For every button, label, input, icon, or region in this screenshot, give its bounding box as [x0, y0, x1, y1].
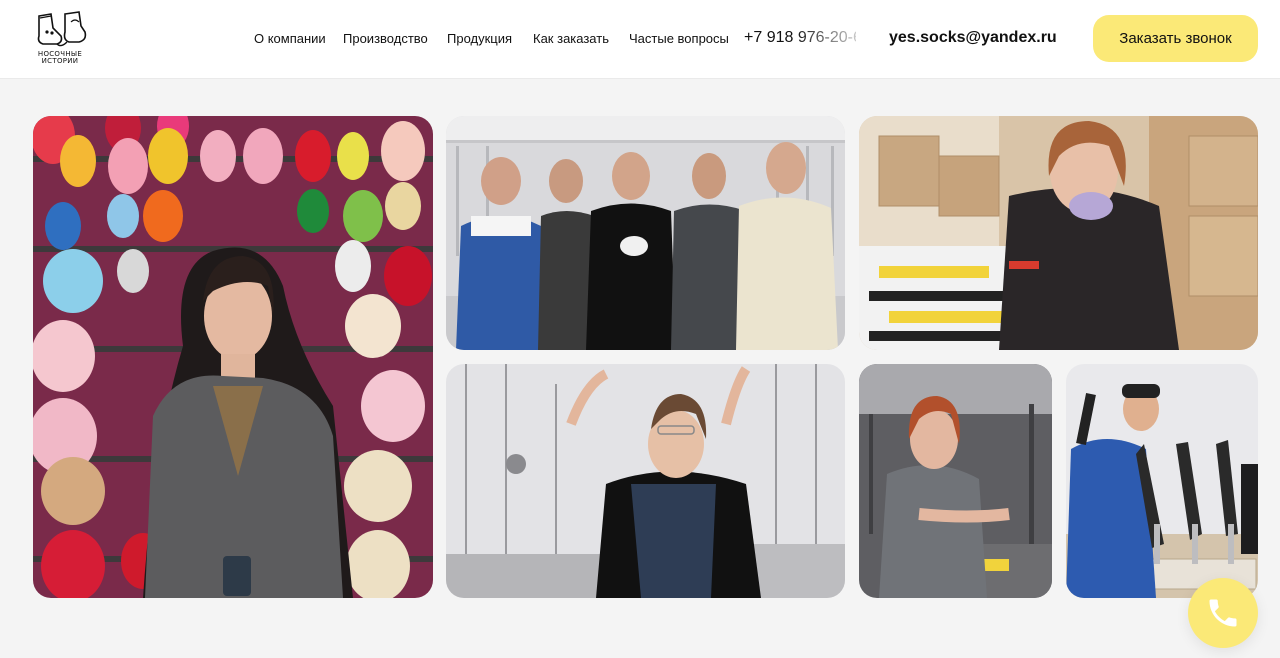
logo-text: НОСОЧНЫЕ ИСТОРИИ: [30, 51, 90, 65]
photo-man-with-sock-forms: [1066, 364, 1258, 598]
site-header: НОСОЧНЫЕ ИСТОРИИ О компании Производство…: [0, 0, 1280, 78]
phone-link[interactable]: +7 918 976-20-6: [744, 29, 856, 47]
email-link[interactable]: yes.socks@yandex.ru: [889, 29, 1057, 47]
logo-socks-icon: [37, 11, 87, 47]
nav-item-about[interactable]: О компании: [254, 31, 326, 46]
nav-item-products[interactable]: Продукция: [447, 31, 512, 46]
logo[interactable]: НОСОЧНЫЕ ИСТОРИИ: [30, 10, 90, 68]
order-call-button[interactable]: Заказать звонок: [1093, 15, 1258, 62]
nav-item-production[interactable]: Производство: [343, 31, 428, 46]
photo-worker-at-machine: [859, 364, 1052, 598]
phone-icon: [1209, 599, 1237, 627]
photo-production-team: [446, 116, 845, 350]
floating-call-button[interactable]: [1188, 578, 1258, 648]
nav-item-how-to-order[interactable]: Как заказать: [533, 31, 609, 46]
logo-text-line2: ИСТОРИИ: [41, 57, 79, 65]
photo-woman-packing-socks: [859, 116, 1258, 350]
photo-woman-at-knitting-machine: [446, 364, 845, 598]
photo-woman-with-yarn-spools: [33, 116, 433, 598]
nav-item-faq[interactable]: Частые вопросы: [629, 31, 729, 46]
